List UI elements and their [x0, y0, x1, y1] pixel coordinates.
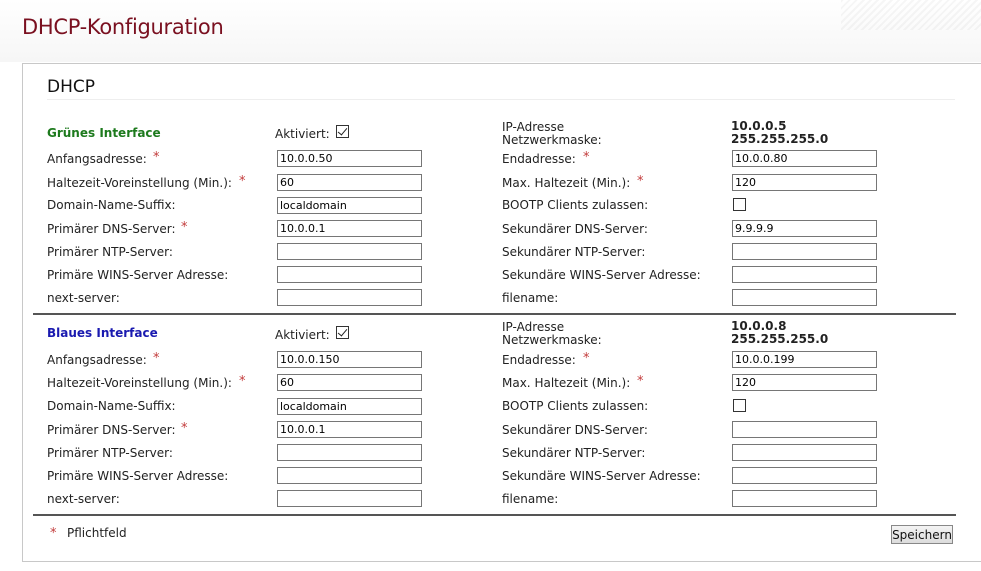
- blue-end-label: Endadresse:: [502, 353, 576, 367]
- page-title: DHCP-Konfiguration: [22, 15, 224, 39]
- blue-next-server-input[interactable]: [277, 490, 422, 507]
- blue-wins2-input[interactable]: [732, 467, 877, 484]
- required-legend-asterisk: *: [50, 526, 57, 541]
- interface-divider: [33, 313, 956, 315]
- required-asterisk: *: [181, 220, 188, 235]
- blue-netmask-label: Netzwerkmaske:: [502, 333, 602, 347]
- blue-lease-default-label: Haltezeit-Voreinstellung (Min.):: [47, 376, 232, 390]
- green-interface-title: Grünes Interface: [47, 126, 161, 140]
- blue-end-input[interactable]: [732, 351, 877, 368]
- green-domain-label: Domain-Name-Suffix:: [47, 198, 176, 212]
- blue-bootp-label: BOOTP Clients zulassen:: [502, 399, 649, 413]
- green-ntp1-input[interactable]: [277, 243, 422, 260]
- green-next-server-input[interactable]: [277, 289, 422, 306]
- green-ntp2-input[interactable]: [732, 243, 877, 260]
- green-lease-max-label: Max. Haltezeit (Min.):: [502, 176, 631, 190]
- blue-ntp2-input[interactable]: [732, 444, 877, 461]
- blue-ntp1-input[interactable]: [277, 444, 422, 461]
- green-netmask-label: Netzwerkmaske:: [502, 133, 602, 147]
- blue-domain-label: Domain-Name-Suffix:: [47, 399, 176, 413]
- required-asterisk: *: [583, 351, 590, 366]
- green-bootp-label: BOOTP Clients zulassen:: [502, 198, 649, 212]
- blue-domain-input[interactable]: [277, 398, 422, 415]
- required-asterisk: *: [239, 174, 246, 189]
- blue-ntp2-label: Sekundärer NTP-Server:: [502, 446, 646, 460]
- required-legend-label: Pflichtfeld: [67, 526, 127, 540]
- green-end-label: Endadresse:: [502, 152, 576, 166]
- blue-enabled-checkbox[interactable]: [336, 326, 349, 339]
- check-icon: [337, 125, 348, 136]
- green-start-input[interactable]: [277, 150, 422, 167]
- green-filename-input[interactable]: [732, 289, 877, 306]
- green-filename-label: filename:: [502, 291, 559, 305]
- green-lease-max-input[interactable]: [732, 174, 877, 191]
- required-asterisk: *: [181, 421, 188, 436]
- blue-filename-label: filename:: [502, 492, 559, 506]
- green-ip-label: IP-Adresse: [502, 120, 565, 134]
- blue-ip-label: IP-Adresse: [502, 320, 565, 334]
- green-wins2-input[interactable]: [732, 266, 877, 283]
- green-bootp-checkbox[interactable]: [733, 198, 746, 211]
- blue-enabled-label: Aktiviert:: [275, 328, 330, 342]
- blue-next-server-label: next-server:: [47, 492, 120, 506]
- green-netmask-value: 255.255.255.0: [731, 132, 829, 146]
- blue-filename-input[interactable]: [732, 490, 877, 507]
- check-icon: [337, 326, 348, 337]
- green-ntp2-label: Sekundärer NTP-Server:: [502, 245, 646, 259]
- green-end-input[interactable]: [732, 150, 877, 167]
- green-enabled-label: Aktiviert:: [275, 127, 330, 141]
- green-wins1-input[interactable]: [277, 266, 422, 283]
- blue-lease-max-label: Max. Haltezeit (Min.):: [502, 376, 631, 390]
- blue-lease-default-input[interactable]: [277, 374, 422, 391]
- blue-start-input[interactable]: [277, 351, 422, 368]
- green-lease-default-input[interactable]: [277, 174, 422, 191]
- blue-interface-title: Blaues Interface: [47, 326, 158, 340]
- required-asterisk: *: [637, 174, 644, 189]
- required-asterisk: *: [583, 150, 590, 165]
- green-ip-value: 10.0.0.5: [731, 119, 787, 133]
- green-dns1-input[interactable]: [277, 220, 422, 237]
- required-asterisk: *: [153, 351, 160, 366]
- green-ntp1-label: Primärer NTP-Server:: [47, 245, 173, 259]
- blue-dns2-input[interactable]: [732, 421, 877, 438]
- required-asterisk: *: [153, 150, 160, 165]
- blue-dns2-label: Sekundärer DNS-Server:: [502, 423, 648, 437]
- green-start-label: Anfangsadresse:: [47, 152, 147, 166]
- blue-start-label: Anfangsadresse:: [47, 353, 147, 367]
- required-asterisk: *: [637, 374, 644, 389]
- blue-wins1-input[interactable]: [277, 467, 422, 484]
- blue-netmask-value: 255.255.255.0: [731, 332, 829, 346]
- blue-wins1-label: Primäre WINS-Server Adresse:: [47, 469, 229, 483]
- green-dns2-input[interactable]: [732, 220, 877, 237]
- green-enabled-checkbox[interactable]: [336, 125, 349, 138]
- blue-dns1-input[interactable]: [277, 421, 422, 438]
- footer-divider: [33, 514, 956, 516]
- section-title: DHCP: [47, 77, 95, 97]
- save-button[interactable]: Speichern: [891, 525, 953, 544]
- green-lease-default-label: Haltezeit-Voreinstellung (Min.):: [47, 176, 232, 190]
- green-next-server-label: next-server:: [47, 291, 120, 305]
- blue-lease-max-input[interactable]: [732, 374, 877, 391]
- green-wins1-label: Primäre WINS-Server Adresse:: [47, 268, 229, 282]
- blue-ntp1-label: Primärer NTP-Server:: [47, 446, 173, 460]
- green-dns1-label: Primärer DNS-Server:: [47, 222, 176, 236]
- required-asterisk: *: [239, 374, 246, 389]
- blue-dns1-label: Primärer DNS-Server:: [47, 423, 176, 437]
- blue-wins2-label: Sekundäre WINS-Server Adresse:: [502, 469, 701, 483]
- blue-ip-value: 10.0.0.8: [731, 319, 787, 333]
- header-decoration: [841, 0, 981, 30]
- green-wins2-label: Sekundäre WINS-Server Adresse:: [502, 268, 701, 282]
- green-dns2-label: Sekundärer DNS-Server:: [502, 222, 648, 236]
- green-domain-input[interactable]: [277, 197, 422, 214]
- blue-bootp-checkbox[interactable]: [733, 399, 746, 412]
- section-title-underline: [47, 99, 955, 100]
